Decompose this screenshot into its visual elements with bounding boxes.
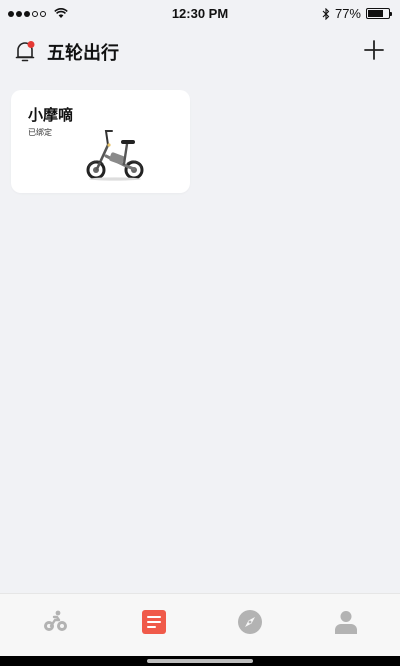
home-indicator[interactable] [147, 659, 253, 663]
device-name: 小摩嘀 [28, 106, 74, 124]
device-card[interactable]: 小摩嘀 已绑定 [11, 90, 190, 193]
app-header: 五轮出行 [0, 30, 400, 74]
home-indicator-area [0, 656, 400, 666]
battery-tip [390, 12, 392, 16]
battery-percent: 77% [334, 6, 361, 21]
status-right: 77% [322, 6, 392, 21]
notification-dot [27, 41, 35, 48]
page-title: 五轮出行 [47, 43, 119, 64]
bluetooth-icon [322, 7, 330, 20]
compass-icon[interactable] [236, 608, 264, 636]
battery-fill [368, 10, 383, 17]
person-icon[interactable] [332, 608, 360, 636]
add-device-button[interactable] [362, 38, 386, 62]
cycling-icon[interactable] [41, 608, 69, 636]
battery-icon [366, 8, 392, 19]
list-icon[interactable] [140, 608, 168, 636]
device-status: 已绑定 [28, 128, 52, 137]
bell-icon[interactable] [14, 40, 36, 64]
status-bar: 12:30 PM 77% [0, 0, 400, 30]
electric-bike-icon [86, 130, 144, 181]
